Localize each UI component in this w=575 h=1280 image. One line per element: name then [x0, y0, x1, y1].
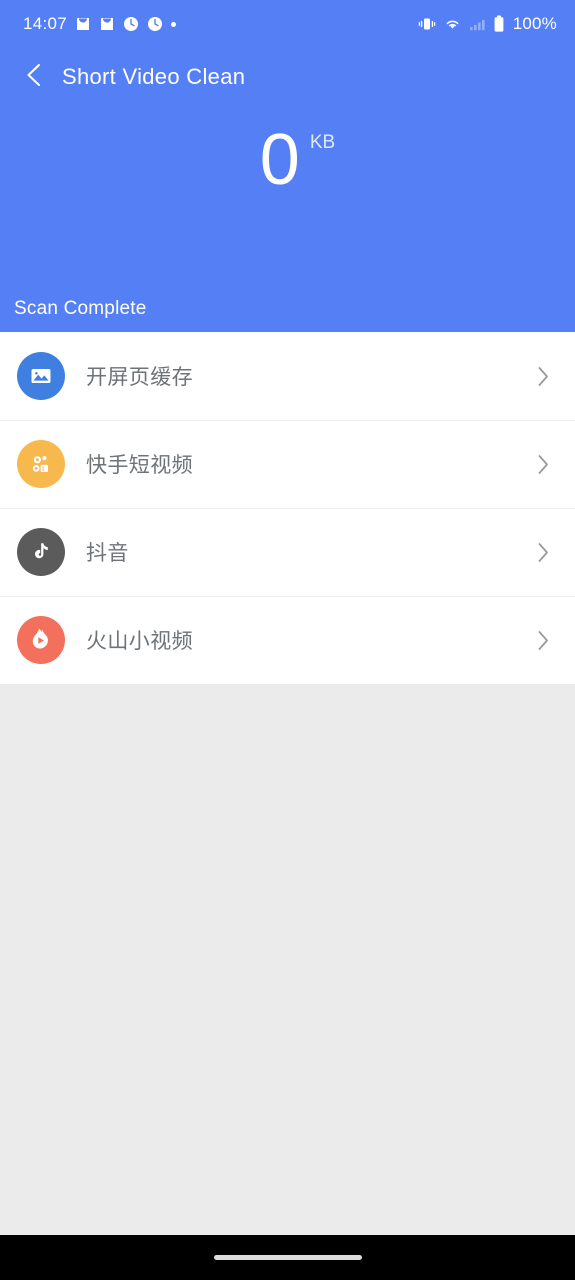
alarm-clock-icon-2 [147, 16, 163, 32]
status-bar-left-group: 14:07 [23, 14, 418, 34]
home-gesture-pill[interactable] [213, 1255, 362, 1260]
list-item-label: 抖音 [86, 542, 129, 565]
system-navigation-bar [0, 1235, 575, 1280]
list-item-label: 火山小视频 [86, 630, 193, 653]
scan-size-readout: 0 KB [0, 120, 575, 200]
alarm-clock-icon [123, 16, 139, 32]
status-bar-right-group: 100% [418, 14, 557, 34]
cellular-signal-icon [469, 16, 486, 32]
list-item-label: 开屏页缓存 [86, 366, 193, 389]
kuaishou-camera-icon [17, 440, 65, 488]
list-item[interactable]: 快手短视频 [0, 420, 575, 508]
list-item[interactable]: 开屏页缓存 [0, 332, 575, 420]
scan-status-label: Scan Complete [14, 298, 147, 319]
chevron-right-icon[interactable] [532, 365, 554, 387]
battery-percent-label: 100% [512, 14, 557, 33]
splash-cache-image-icon [17, 352, 65, 400]
app-screen: 14:07 100% Short Video Clean 0 KB Scan C… [0, 0, 575, 1280]
vibrate-icon [418, 16, 436, 32]
wifi-icon [443, 16, 462, 32]
clean-category-list: 开屏页缓存 快手短视频 抖音 火山小视频 [0, 332, 575, 684]
scan-size-value: 0 [259, 120, 300, 200]
mail-icon-2 [99, 16, 115, 32]
douyin-music-note-icon [17, 528, 65, 576]
notification-dot-icon [171, 21, 177, 27]
list-item[interactable]: 火山小视频 [0, 596, 575, 684]
scan-size-unit: KB [309, 132, 336, 153]
status-bar: 14:07 100% [0, 0, 575, 48]
list-item[interactable]: 抖音 [0, 508, 575, 596]
title-bar: Short Video Clean [0, 48, 575, 106]
header-hero-section: 14:07 100% Short Video Clean 0 KB Scan C… [0, 0, 575, 332]
chevron-left-icon [23, 62, 45, 93]
chevron-right-icon[interactable] [532, 541, 554, 563]
page-title: Short Video Clean [62, 64, 246, 89]
list-item-label: 快手短视频 [86, 454, 193, 477]
huoshan-flame-play-icon [17, 616, 65, 664]
back-button[interactable] [17, 60, 51, 94]
mail-icon [75, 16, 91, 32]
battery-icon [493, 15, 505, 33]
status-bar-clock: 14:07 [23, 14, 68, 33]
empty-content-area [0, 684, 575, 1235]
chevron-right-icon[interactable] [532, 453, 554, 475]
chevron-right-icon[interactable] [532, 629, 554, 651]
